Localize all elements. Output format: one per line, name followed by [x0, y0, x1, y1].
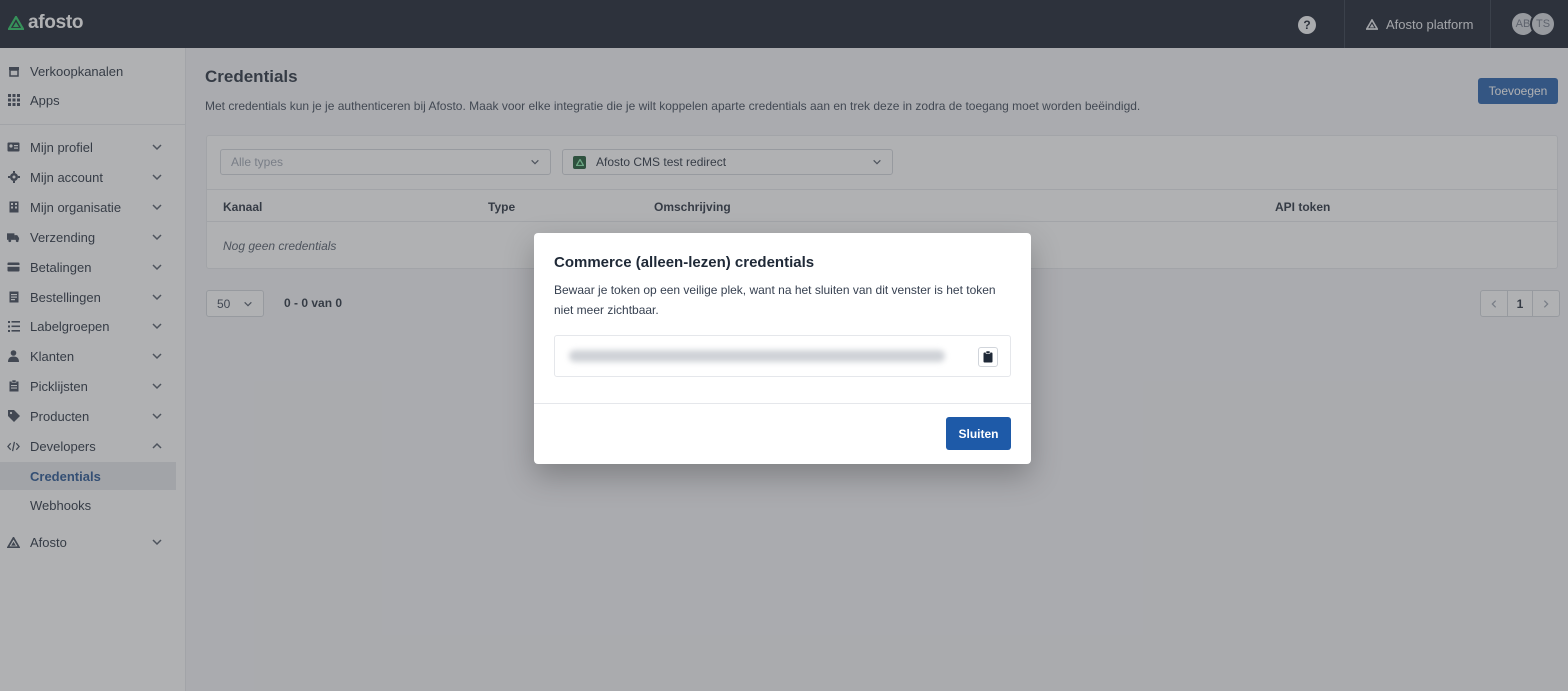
token-field[interactable] — [554, 335, 1011, 377]
clipboard-icon — [983, 351, 993, 363]
modal-footer-divider — [534, 403, 1031, 404]
modal-title: Commerce (alleen-lezen) credentials — [554, 254, 815, 271]
close-button[interactable]: Sluiten — [946, 417, 1011, 450]
credentials-modal: Commerce (alleen-lezen) credentials Bewa… — [534, 233, 1031, 464]
modal-text: Bewaar je token op een veilige plek, wan… — [554, 283, 996, 317]
copy-token-button[interactable] — [978, 347, 998, 367]
blurred-token — [569, 350, 945, 362]
